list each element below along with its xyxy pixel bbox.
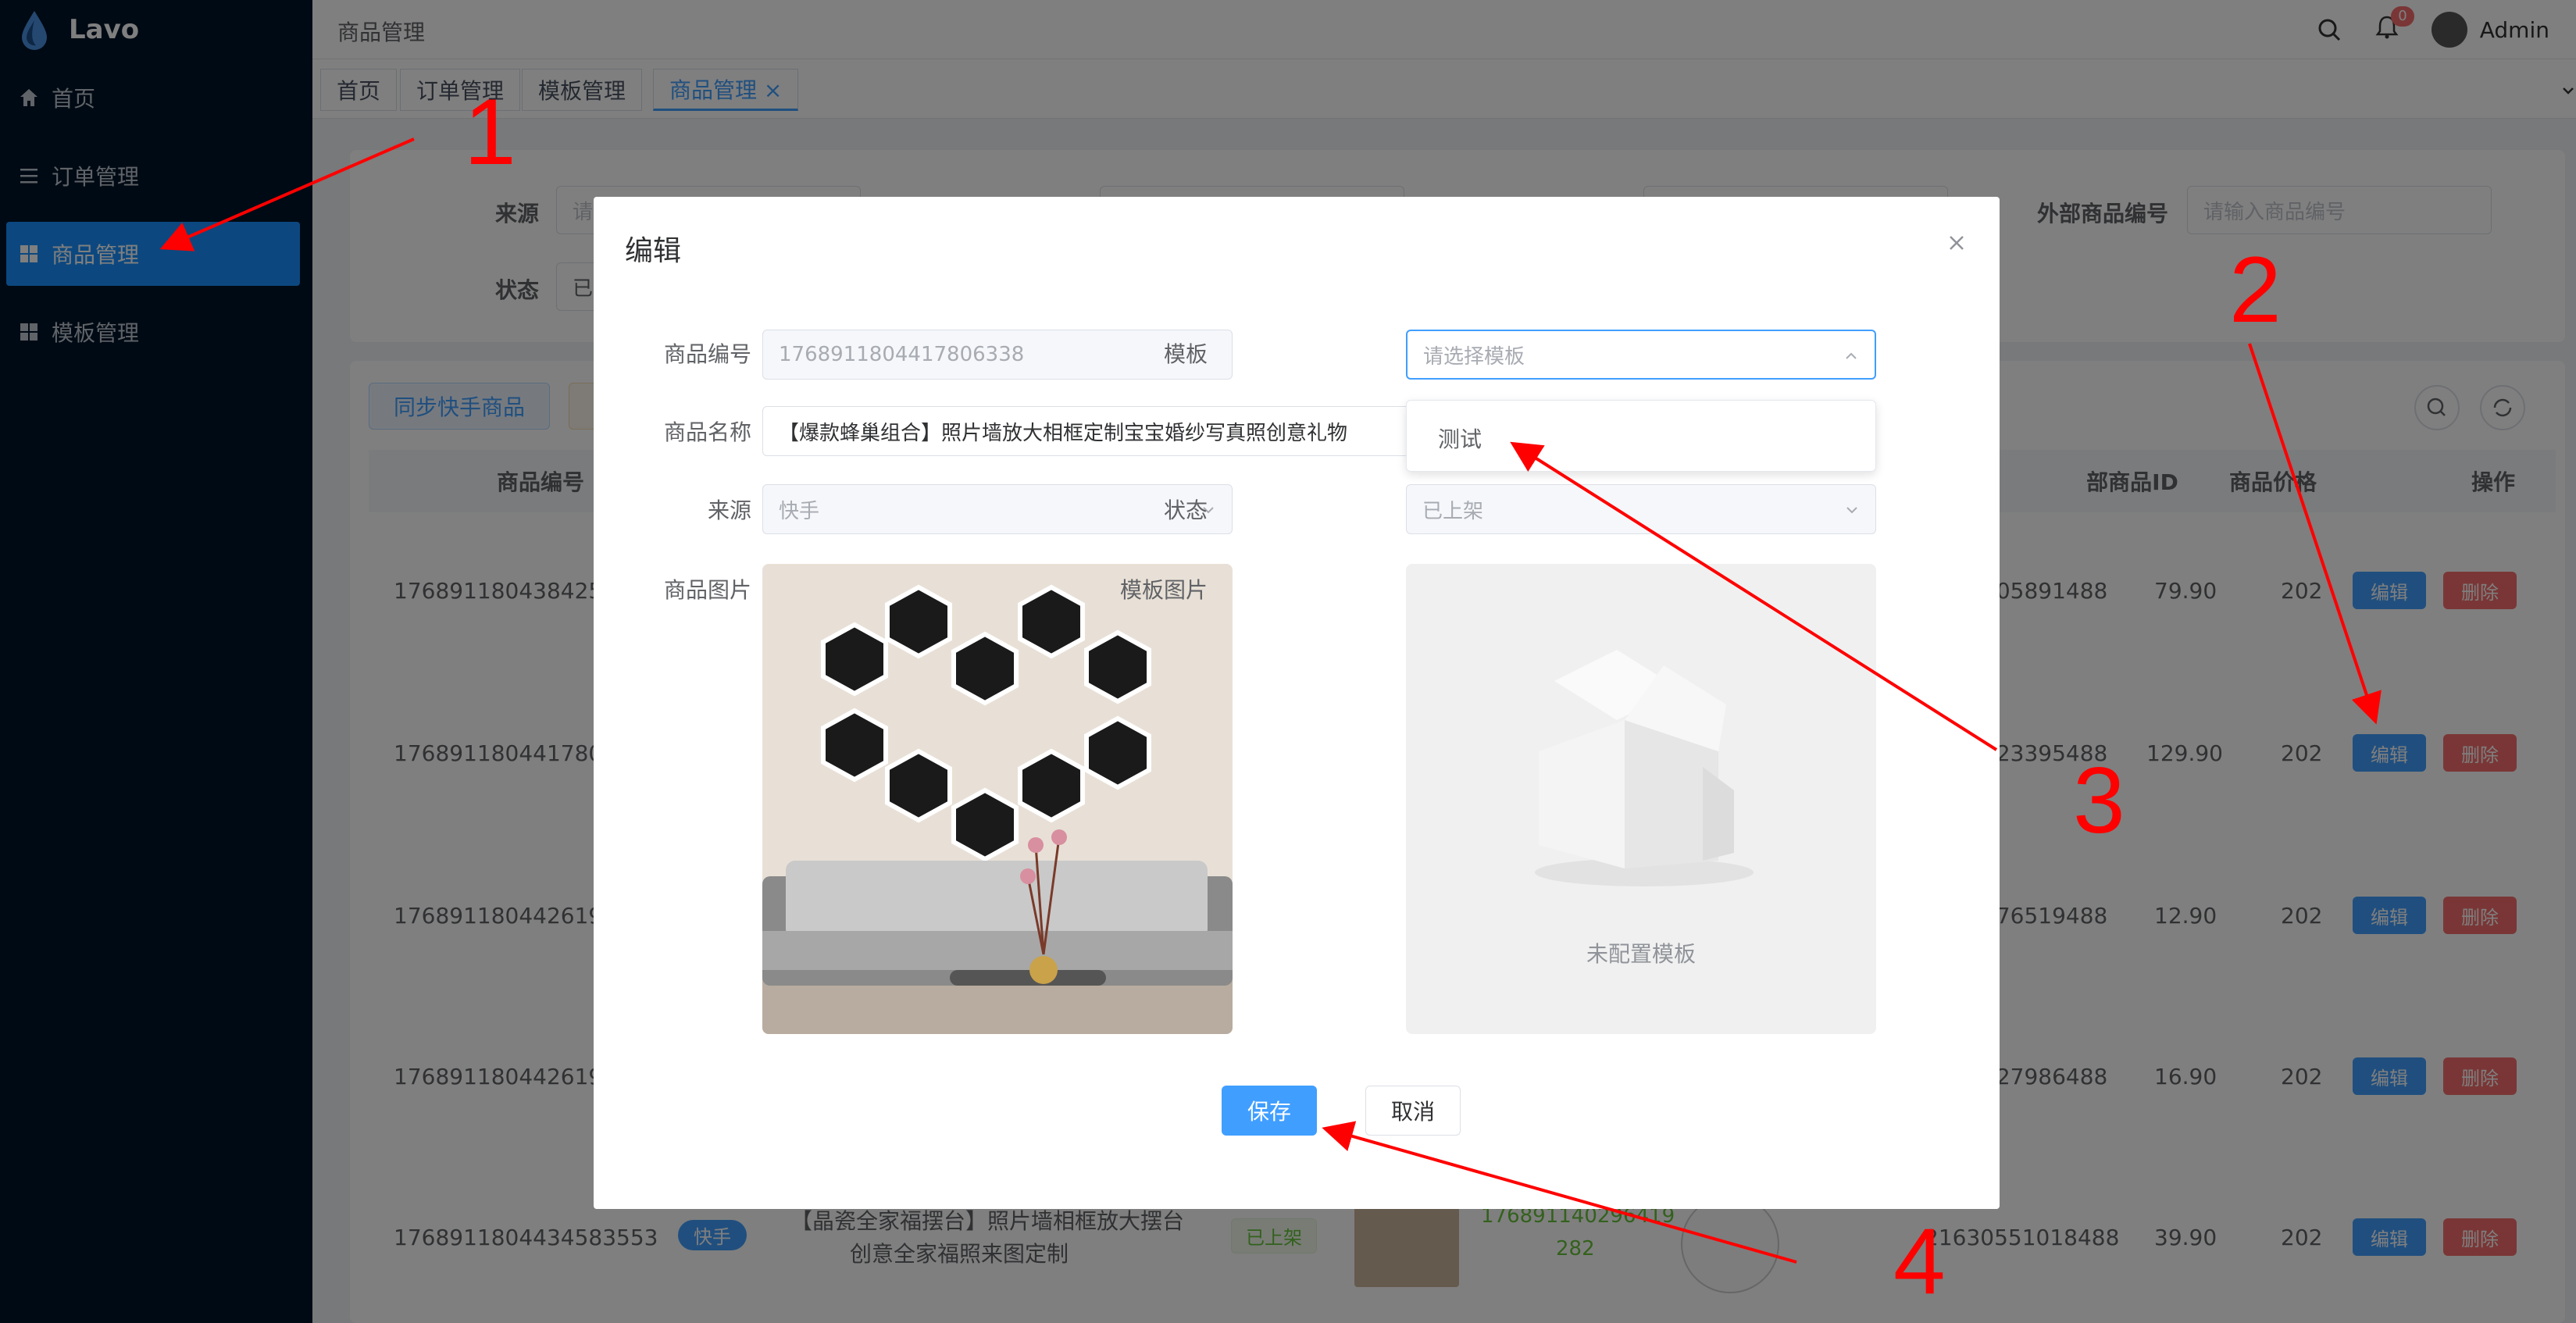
chevron-up-icon bbox=[1846, 352, 1857, 359]
source-select-value: 快手 bbox=[779, 499, 820, 523]
product-image-illustration bbox=[762, 564, 1233, 1034]
annotation-number-1: 1 bbox=[464, 80, 516, 184]
product-image[interactable] bbox=[762, 564, 1233, 1034]
product-image-label: 商品图片 bbox=[663, 577, 751, 603]
product-no-label: 商品编号 bbox=[663, 341, 751, 367]
annotation-number-4: 4 bbox=[1893, 1209, 1946, 1314]
template-select-placeholder: 请选择模板 bbox=[1423, 344, 1525, 369]
product-name-label: 商品名称 bbox=[663, 419, 751, 445]
template-image-label: 模板图片 bbox=[1119, 577, 1208, 603]
edit-dialog: 编辑 商品编号 1768911804417806338 模板 请选择模板 商品名… bbox=[594, 197, 2000, 1209]
dropdown-arrow bbox=[1629, 390, 1651, 400]
status-select[interactable]: 已上架 bbox=[1406, 484, 1876, 534]
chevron-down-icon bbox=[1846, 507, 1857, 514]
status-label: 状态 bbox=[1163, 497, 1208, 523]
cancel-button[interactable]: 取消 bbox=[1365, 1086, 1461, 1136]
empty-box-icon bbox=[1535, 650, 1754, 886]
template-image-placeholder: 未配置模板 bbox=[1406, 564, 1876, 1034]
annotation-number-3: 3 bbox=[2073, 748, 2125, 853]
dialog-title: 编辑 bbox=[625, 235, 682, 267]
save-button[interactable]: 保存 bbox=[1222, 1086, 1317, 1136]
template-select[interactable]: 请选择模板 bbox=[1406, 330, 1876, 380]
template-dropdown: 测试 bbox=[1406, 400, 1876, 472]
annotation-number-2: 2 bbox=[2229, 237, 2282, 342]
status-select-value: 已上架 bbox=[1422, 499, 1484, 523]
close-icon[interactable] bbox=[1945, 231, 1968, 255]
source-label: 来源 bbox=[707, 497, 751, 523]
template-label: 模板 bbox=[1163, 341, 1208, 367]
no-template-text: 未配置模板 bbox=[1586, 941, 1696, 967]
dropdown-option-test[interactable]: 测试 bbox=[1438, 423, 1482, 454]
product-name-field[interactable]: 【爆款蜂巢组合】照片墙放大相框定制宝宝婚纱写真照创意礼物 bbox=[762, 406, 1417, 456]
